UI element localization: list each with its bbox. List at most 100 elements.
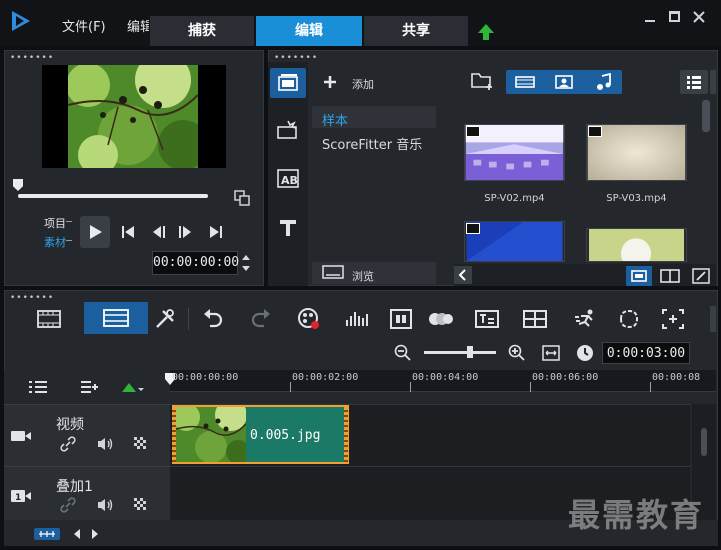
tab-edit[interactable]: 编辑 [256, 16, 362, 46]
video-badge-icon [588, 126, 602, 137]
minimize-icon[interactable] [641, 8, 659, 26]
maximize-icon[interactable] [665, 8, 683, 26]
ruler-tick: 00:00:00:00 [172, 372, 239, 383]
checker-grid-icon[interactable] [134, 437, 148, 451]
redo-icon[interactable] [248, 306, 274, 332]
import-folder-icon[interactable] [470, 70, 494, 92]
link-icon[interactable] [60, 436, 76, 452]
media-category-button[interactable] [270, 68, 306, 98]
text-t-icon[interactable] [278, 218, 298, 238]
project-mode-label[interactable]: 项目 [44, 215, 66, 231]
track-visibility-toggle[interactable] [34, 528, 60, 540]
storyboard-view-icon[interactable] [36, 306, 62, 332]
chevron-left-icon [458, 269, 466, 281]
filter-video-icon[interactable] [515, 74, 535, 90]
clip-thumbnail [176, 407, 246, 462]
auto-music-icon[interactable] [344, 306, 370, 332]
browse-label: 浏览 [352, 270, 374, 283]
speaker-icon[interactable] [96, 497, 114, 513]
clock-icon [577, 345, 593, 361]
panel-grip: ••••••• [274, 53, 319, 63]
overlay-track-icon: 1 [11, 490, 31, 503]
menu-file[interactable]: 文件(F) [62, 16, 106, 35]
thumbnail-view-button[interactable] [626, 266, 652, 286]
timeline-view-icon [103, 309, 129, 327]
tab-capture[interactable]: 捕获 [150, 16, 254, 46]
list-view-icon [687, 76, 701, 89]
split-view-icon[interactable] [660, 268, 680, 284]
zoom-slider-handle[interactable] [467, 346, 473, 358]
scroll-left-icon[interactable] [72, 528, 82, 540]
video-track-name: 视频 [56, 417, 84, 433]
timecode-spinner-icon[interactable] [240, 252, 252, 274]
next-frame-icon[interactable] [177, 224, 193, 240]
multi-camera-icon[interactable] [428, 306, 454, 332]
previous-frame-icon[interactable] [151, 224, 167, 240]
ruler-tick: 00:00:08 [652, 372, 701, 383]
add-remove-chapter-icon[interactable] [80, 380, 100, 394]
pan-zoom-icon[interactable] [660, 306, 686, 332]
close-icon[interactable] [690, 8, 708, 26]
tools-icon[interactable] [152, 306, 178, 332]
panel-grip: ••••••• [10, 53, 55, 63]
zoom-in-icon[interactable] [508, 344, 526, 362]
undo-icon[interactable] [200, 306, 226, 332]
browse-icon [322, 265, 344, 279]
subtitle-editor-icon[interactable] [474, 306, 500, 332]
time-remap-icon[interactable] [572, 306, 598, 332]
scroll-right-icon[interactable] [90, 528, 100, 540]
transition-icon[interactable] [276, 118, 300, 142]
add-icon[interactable] [322, 74, 338, 90]
tab-share[interactable]: 共享 [364, 16, 468, 46]
split-screen-icon[interactable] [522, 306, 548, 332]
menu-edit[interactable]: 编辑 [127, 16, 149, 35]
clip-trim-handle-left[interactable] [172, 407, 176, 462]
project-duration[interactable]: 0:00:03:00 [602, 342, 690, 364]
mask-creator-icon[interactable] [616, 306, 642, 332]
go-to-start-icon[interactable] [120, 224, 136, 240]
ruler-tick: 00:00:06:00 [532, 372, 599, 383]
scrubber-bar[interactable] [18, 194, 208, 198]
thumbnail-label: SP-V02.mp4 [484, 193, 545, 204]
ruler-major-tick [530, 382, 531, 392]
screen-size-icon[interactable] [234, 190, 250, 206]
enable-ripple-editing-icon[interactable] [120, 380, 144, 394]
motion-tracking-icon[interactable] [388, 306, 414, 332]
filter-audio-icon[interactable] [596, 73, 612, 91]
app-logo-icon [8, 8, 34, 34]
record-capture-icon[interactable] [296, 306, 322, 332]
speaker-icon[interactable] [96, 436, 114, 452]
go-to-end-icon[interactable] [208, 224, 224, 240]
library-scrollbar[interactable] [702, 100, 710, 132]
tracks-toggle-icon [39, 531, 55, 537]
toolbar-overflow-button[interactable] [710, 306, 716, 332]
player-timecode[interactable]: 00:00:00:00 [152, 251, 239, 275]
fit-project-icon[interactable] [542, 344, 560, 362]
list-view-button[interactable] [680, 70, 708, 94]
video-track-icon [11, 431, 31, 441]
clip-mode-label[interactable]: 素材 [44, 234, 66, 250]
library-item-scorefitter[interactable]: ScoreFitter 音乐 [322, 134, 422, 153]
svg-text:AB: AB [281, 174, 298, 187]
library-item-sample[interactable]: 样本 [322, 110, 348, 129]
filter-photo-icon[interactable] [555, 74, 573, 90]
zoom-out-icon[interactable] [394, 344, 412, 362]
ruler-tick: 00:00:02:00 [292, 372, 359, 383]
upload-icon[interactable] [476, 22, 496, 42]
timeline-view-button[interactable] [84, 302, 148, 334]
checker-grid-icon[interactable] [134, 498, 148, 512]
play-button[interactable] [80, 216, 110, 248]
zoom-slider[interactable] [424, 351, 496, 354]
track-manager-icon[interactable] [28, 380, 48, 394]
thumbnail-dandelion[interactable] [586, 228, 687, 262]
overflow-button[interactable] [710, 70, 716, 94]
scroll-left-button[interactable] [454, 266, 472, 284]
title-ab-icon[interactable]: AB [276, 168, 300, 190]
timeline-scrollbar-thumb[interactable] [701, 428, 707, 456]
add-folder-label[interactable]: 添加 [352, 76, 374, 92]
thumbnail-view-icon [631, 270, 647, 282]
edit-options-icon[interactable] [692, 268, 710, 284]
link-icon[interactable] [60, 497, 76, 513]
video-badge-icon [466, 223, 480, 234]
clip-trim-handle-right[interactable] [344, 407, 348, 462]
